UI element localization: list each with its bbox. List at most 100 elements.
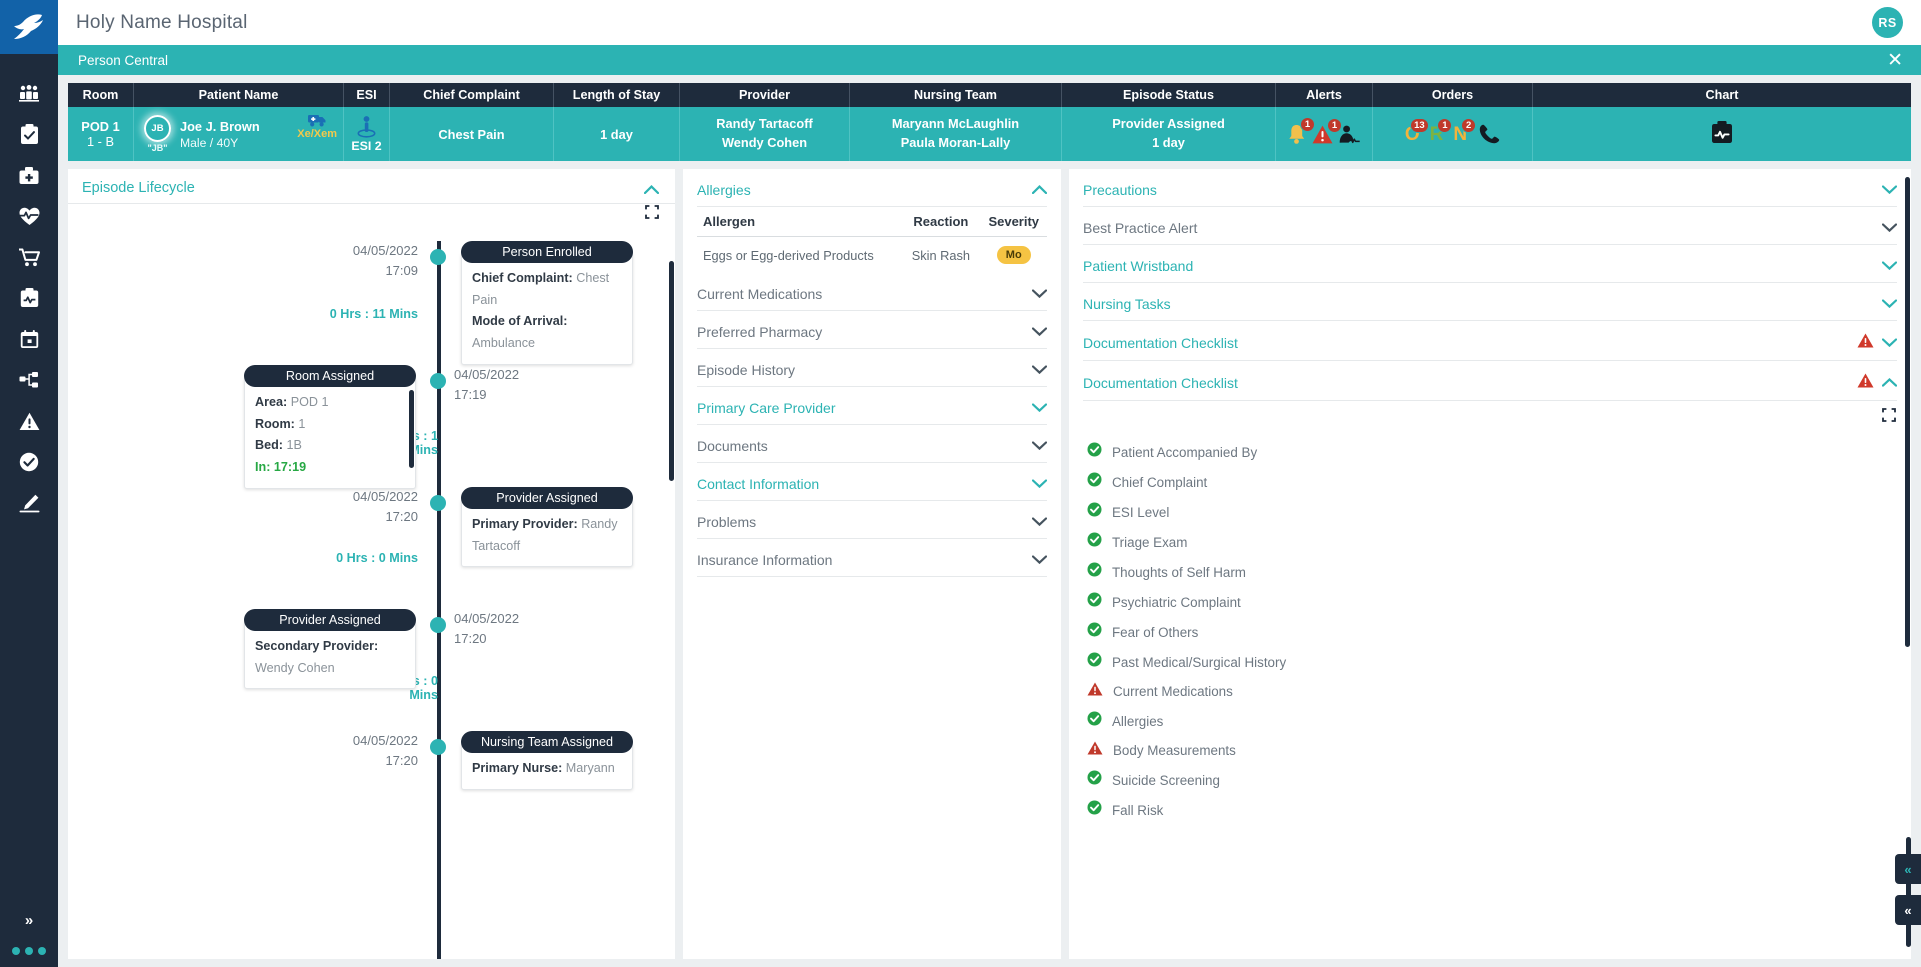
list-item[interactable]: Suicide Screening	[1087, 765, 1897, 795]
order-o-icon[interactable]: O 13	[1405, 117, 1429, 144]
left-panel-scrollbar[interactable]	[669, 261, 674, 481]
tab-person-central[interactable]: Person Central	[78, 53, 168, 68]
chart-clipboard-icon[interactable]	[1711, 121, 1733, 147]
avatar[interactable]: JB	[144, 115, 171, 142]
section-header-documentation-checklist-collapsed[interactable]: Documentation Checklist	[1083, 321, 1898, 361]
section-icons	[1881, 257, 1898, 275]
list-item[interactable]: Psychiatric Complaint	[1087, 587, 1897, 617]
list-item[interactable]: Thoughts of Self Harm	[1087, 557, 1897, 587]
timeline-card-room-assigned[interactable]: Room Assigned Area: POD 1 Room: 1 Bed: 1…	[244, 365, 416, 489]
chevron-down-icon[interactable]	[1881, 219, 1898, 237]
sidebar-item-tasks[interactable]	[0, 123, 58, 145]
timeline-date-5: 04/05/2022 17:20	[258, 731, 418, 771]
app-logo[interactable]	[0, 0, 58, 54]
section-header-precautions[interactable]: Precautions	[1083, 169, 1898, 207]
sidebar-more-icon[interactable]	[12, 947, 46, 955]
field-label: Mode of Arrival:	[472, 314, 568, 329]
table-row[interactable]: Eggs or Egg-derived Products Skin Rash M…	[697, 237, 1047, 274]
cell-room: POD 1 1 - B	[68, 107, 134, 161]
section-header-documentation-checklist-expanded[interactable]: Documentation Checklist	[1083, 361, 1898, 401]
section-header-best-practice-alert[interactable]: Best Practice Alert	[1083, 207, 1898, 245]
section-header-nursing-tasks[interactable]: Nursing Tasks	[1083, 283, 1898, 321]
sidebar-item-sign[interactable]	[0, 492, 58, 514]
list-item[interactable]: Body Measurements	[1087, 736, 1897, 765]
list-item[interactable]: Past Medical/Surgical History	[1087, 647, 1897, 677]
list-item[interactable]: Chief Complaint	[1087, 467, 1897, 497]
list-item[interactable]: Triage Exam	[1087, 527, 1897, 557]
sidebar-item-schedule[interactable]	[0, 328, 58, 350]
chevron-up-icon[interactable]	[1031, 181, 1048, 199]
chevron-down-icon[interactable]	[1881, 334, 1898, 352]
chevron-down-icon[interactable]	[1031, 513, 1048, 531]
list-item[interactable]: Patient Accompanied By	[1087, 437, 1897, 467]
sidebar-item-medical-bag[interactable]	[0, 164, 58, 186]
sidebar-item-alerts[interactable]	[0, 410, 58, 432]
sidebar-item-vitals[interactable]	[0, 205, 58, 227]
timeline-card-title: Provider Assigned	[461, 487, 633, 509]
section-header-documents[interactable]: Documents	[697, 425, 1048, 463]
list-item[interactable]: Allergies	[1087, 706, 1897, 736]
timeline-card-provider-assigned-secondary[interactable]: Provider Assigned Secondary Provider: We…	[244, 609, 416, 690]
phone-icon[interactable]	[1479, 124, 1500, 144]
chevron-down-icon[interactable]	[1031, 551, 1048, 569]
list-item[interactable]: Fall Risk	[1087, 795, 1897, 825]
right-panel-scrollbar[interactable]	[1905, 177, 1910, 647]
timeline-card-provider-assigned-primary[interactable]: Provider Assigned Primary Provider: Rand…	[461, 487, 633, 568]
list-item[interactable]: Fear of Others	[1087, 617, 1897, 647]
section-header-preferred-pharmacy[interactable]: Preferred Pharmacy	[697, 311, 1048, 349]
sidebar-item-chart[interactable]	[0, 287, 58, 309]
chevron-down-icon[interactable]	[1881, 295, 1898, 313]
list-item[interactable]: ESI Level	[1087, 497, 1897, 527]
allergies-header[interactable]: Allergies	[697, 169, 1048, 207]
column-header-orders: Orders	[1373, 83, 1533, 107]
chevron-down-icon[interactable]	[1031, 285, 1048, 303]
room-pod: POD 1	[81, 119, 120, 134]
section-current-medications: Current Medications	[697, 273, 1048, 311]
patient-row[interactable]: POD 1 1 - B JB "JB" Joe J. Brown Male / …	[68, 107, 1911, 161]
chevron-up-icon[interactable]	[643, 181, 660, 199]
collapse-panel-button-bottom[interactable]: «	[1895, 895, 1921, 925]
timeline-time-value: 17:20	[385, 753, 418, 769]
sidebar-item-completed[interactable]	[0, 451, 58, 473]
sidebar-item-workflow[interactable]	[0, 369, 58, 391]
section-label: Primary Care Provider	[697, 400, 836, 416]
sidebar-item-people[interactable]	[0, 82, 58, 104]
chevron-down-icon[interactable]	[1031, 475, 1048, 493]
order-n-icon[interactable]: N 2	[1453, 117, 1477, 144]
section-header-patient-wristband[interactable]: Patient Wristband	[1083, 245, 1898, 283]
warning-triangle-icon[interactable]: 1	[1312, 117, 1342, 144]
card-scrollbar[interactable]	[409, 390, 414, 468]
section-header-episode-history[interactable]: Episode History	[697, 349, 1048, 387]
timeline-scroll-area[interactable]: 04/05/2022 17:09 0 Hrs : 11 Mins Person …	[68, 209, 675, 959]
patient-monitor-icon[interactable]	[1339, 125, 1361, 144]
chevron-down-icon[interactable]	[1031, 361, 1048, 379]
bell-icon[interactable]: 1	[1287, 116, 1315, 145]
warning-triangle-icon[interactable]	[1857, 373, 1874, 393]
user-avatar[interactable]: RS	[1872, 7, 1903, 38]
chevron-down-icon[interactable]	[1881, 181, 1898, 199]
close-icon[interactable]: ✕	[1887, 51, 1903, 70]
chevron-down-icon[interactable]	[1031, 437, 1048, 455]
collapse-panel-button-top[interactable]: «	[1895, 854, 1921, 884]
section-label: Documentation Checklist	[1083, 335, 1238, 351]
cell-chief-complaint: Chest Pain	[390, 107, 554, 161]
sidebar-expand-button[interactable]: »	[0, 909, 58, 931]
timeline-card-person-enrolled[interactable]: Person Enrolled Chief Complaint: Chest P…	[461, 241, 633, 365]
chevron-down-icon[interactable]	[1031, 399, 1048, 417]
section-header-current-medications[interactable]: Current Medications	[697, 273, 1048, 311]
chevron-down-icon[interactable]	[1031, 323, 1048, 341]
section-header-insurance-information[interactable]: Insurance Information	[697, 539, 1048, 577]
list-item[interactable]: Current Medications	[1087, 677, 1897, 706]
timeline-date-value: 04/05/2022	[352, 733, 418, 748]
order-r-icon[interactable]: R 1	[1430, 117, 1453, 144]
timeline-card-nursing-team-assigned[interactable]: Nursing Team Assigned Primary Nurse: Mar…	[461, 731, 633, 790]
chevron-up-icon[interactable]	[1881, 374, 1898, 392]
chevron-down-icon[interactable]	[1881, 257, 1898, 275]
section-header-problems[interactable]: Problems	[697, 501, 1048, 539]
expand-fullscreen-icon[interactable]	[1882, 408, 1896, 427]
warning-triangle-icon[interactable]	[1857, 333, 1874, 353]
column-header-provider: Provider	[680, 83, 850, 107]
section-header-contact-information[interactable]: Contact Information	[697, 463, 1048, 501]
section-header-primary-care-provider[interactable]: Primary Care Provider	[697, 387, 1048, 425]
sidebar-item-orders-cart[interactable]	[0, 246, 58, 268]
